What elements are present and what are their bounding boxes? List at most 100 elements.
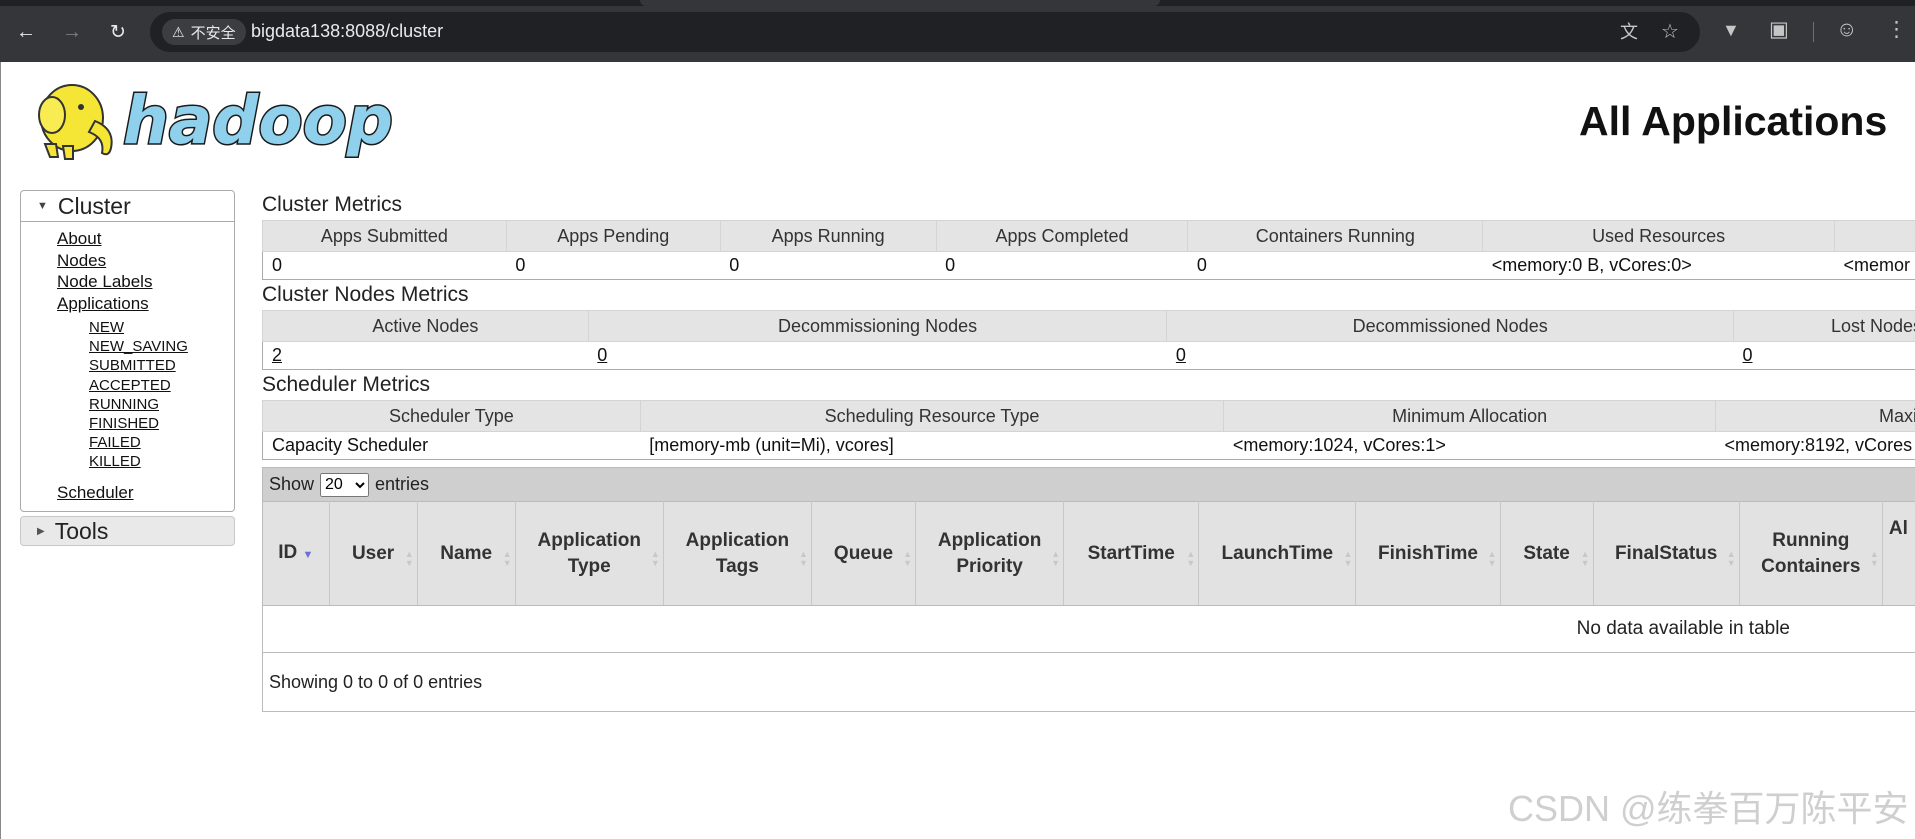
column-header: Decommissioned Nodes [1166, 310, 1734, 342]
tools-menu-header[interactable]: ▶ Tools [20, 516, 235, 547]
column-header-label: Name [440, 542, 493, 564]
nav-link-state-new-saving[interactable]: NEW_SAVING [89, 337, 234, 356]
column-header-id[interactable]: ID ▼ [263, 501, 330, 606]
table-info: Showing 0 to 0 of 0 entries [269, 671, 483, 692]
nav-link-about[interactable]: About [57, 228, 234, 250]
extension-v-icon[interactable]: ▼ [1722, 18, 1740, 42]
maximum-allocation-value: <memory:8192, vCores [1715, 431, 1915, 460]
expand-triangle-icon: ▶ [37, 525, 45, 537]
page-size-select[interactable]: 10 20 50 100 [320, 472, 370, 497]
column-header-label: Application Type [537, 529, 641, 577]
scheduler-metrics-table: Scheduler Type Scheduling Resource Type … [262, 400, 1915, 460]
column-header-finish-time[interactable]: FinishTime ▲ ▼ [1355, 501, 1501, 606]
left-navigation: ▼ Cluster About Nodes Node Labels Applic… [20, 190, 235, 547]
column-header-application-priority[interactable]: Application Priority ▲ ▼ [915, 501, 1065, 606]
column-header-launch-time[interactable]: LaunchTime ▲ ▼ [1198, 501, 1357, 606]
column-header-label: StartTime [1087, 542, 1175, 564]
reload-icon[interactable]: ↻ [105, 19, 131, 45]
translate-icon[interactable]: 文 [1620, 21, 1638, 43]
metric-apps-completed: 0 [936, 251, 1188, 280]
menu-icon[interactable]: ⋮ [1886, 18, 1907, 42]
column-header-label: Application Priority [937, 529, 1042, 577]
page-title: All Applications [1579, 98, 1888, 144]
security-label: 不安全 [190, 24, 236, 42]
column-header: Apps Completed [935, 220, 1189, 252]
scheduling-resource-type-value: [memory-mb (unit=Mi), vcores] [640, 431, 1224, 460]
empty-table-message: No data available in table [263, 606, 1915, 653]
cluster-menu-header[interactable]: ▼ Cluster [21, 191, 234, 222]
node-metrics-table: Active Nodes Decommissioning Nodes Decom… [262, 310, 1915, 370]
nav-link-state-finished[interactable]: FINISHED [89, 414, 234, 433]
nav-link-state-submitted[interactable]: SUBMITTED [89, 356, 234, 375]
profile-icon[interactable]: ☺ [1836, 18, 1857, 42]
url-text[interactable]: bigdata138:8088/cluster [251, 21, 443, 42]
column-header-allocated[interactable]: Al [1882, 501, 1915, 606]
column-header: Minimum Allocation [1223, 400, 1716, 432]
column-header-start-time[interactable]: StartTime ▲ ▼ [1063, 501, 1200, 606]
nav-link-state-running[interactable]: RUNNING [89, 395, 234, 414]
svg-text:hadoop: hadoop [123, 82, 393, 159]
column-header-label: FinishTime [1377, 542, 1478, 564]
hadoop-logo[interactable]: hadoop [23, 74, 397, 164]
lost-nodes-link[interactable]: 0 [1742, 345, 1752, 365]
decommissioning-nodes-link[interactable]: 0 [597, 345, 607, 365]
nav-link-node-labels[interactable]: Node Labels [57, 271, 234, 293]
nav-link-nodes[interactable]: Nodes [57, 250, 234, 272]
column-header-running-containers[interactable]: Running Containers ▲ ▼ [1739, 501, 1883, 606]
metric-containers-running: 0 [1187, 251, 1483, 280]
nav-link-state-killed[interactable]: KILLED [89, 452, 234, 471]
warning-icon: ⚠ [172, 23, 185, 40]
metric-total-resources: <memor [1834, 251, 1915, 280]
active-nodes-link[interactable]: 2 [272, 345, 282, 365]
tools-menu-label: Tools [54, 517, 109, 544]
active-tab[interactable] [640, 0, 1160, 6]
page-viewport: hadoop All Applications ▼ Cluster About … [0, 62, 1915, 839]
column-header-label: FinalStatus [1614, 542, 1718, 564]
node-metrics-title: Cluster Nodes Metrics [262, 283, 469, 306]
watermark: CSDN @练拳百万陈平安 [1508, 788, 1909, 829]
column-header: Active Nodes [262, 310, 589, 342]
sort-icon: ▲ ▼ [1487, 549, 1497, 568]
entries-label: entries [375, 474, 430, 494]
collapse-triangle-icon: ▼ [37, 200, 48, 212]
extensions-puzzle-icon[interactable]: ▣ [1769, 18, 1789, 42]
security-chip[interactable]: ⚠ 不安全 [162, 19, 246, 45]
address-bar[interactable]: ⚠ 不安全 bigdata138:8088/cluster 文 ☆ [150, 12, 1700, 52]
nav-link-applications[interactable]: Applications [57, 293, 234, 315]
column-header-label: LaunchTime [1221, 542, 1334, 564]
column-header: Containers Running [1187, 220, 1484, 252]
column-header-queue[interactable]: Queue ▲ ▼ [811, 501, 917, 606]
column-header-label: State [1523, 542, 1570, 564]
column-header-final-status[interactable]: FinalStatus ▲ ▼ [1593, 501, 1740, 606]
forward-icon[interactable]: → [59, 19, 85, 45]
sort-icon: ▲ ▼ [1051, 549, 1061, 568]
metric-apps-submitted: 0 [262, 251, 507, 280]
column-header-label: User [351, 542, 395, 564]
column-header: Maxi [1715, 400, 1915, 432]
column-header: Apps Pending [505, 220, 721, 252]
nav-link-state-failed[interactable]: FAILED [89, 433, 234, 452]
sort-icon: ▲ ▼ [799, 549, 808, 568]
column-header-application-tags[interactable]: Application Tags ▲ ▼ [663, 501, 812, 606]
cluster-metrics-title: Cluster Metrics [262, 193, 403, 216]
nav-link-state-accepted[interactable]: ACCEPTED [89, 376, 234, 395]
column-header: Scheduler Type [262, 400, 641, 432]
column-header-label: Application Tags [685, 529, 790, 577]
minimum-allocation-value: <memory:1024, vCores:1> [1223, 431, 1716, 460]
column-header-state[interactable]: State ▲ ▼ [1500, 501, 1594, 606]
column-header: Lost Nodes [1732, 310, 1915, 342]
column-header-application-type[interactable]: Application Type ▲ ▼ [515, 501, 664, 606]
back-icon[interactable]: ← [13, 19, 39, 45]
sort-icon: ▲ ▼ [1726, 549, 1736, 568]
nav-link-state-new[interactable]: NEW [89, 318, 234, 337]
scheduler-metrics-title: Scheduler Metrics [262, 373, 431, 396]
bookmark-star-icon[interactable]: ☆ [1661, 21, 1679, 43]
sort-icon: ▲ ▼ [1343, 549, 1353, 568]
column-header-name[interactable]: Name ▲ ▼ [417, 501, 516, 606]
decommissioned-nodes-link[interactable]: 0 [1176, 345, 1186, 365]
browser-toolbar: ← → ↻ ⚠ 不安全 bigdata138:8088/cluster 文 ☆ … [0, 0, 1915, 62]
column-header-user[interactable]: User ▲ ▼ [329, 501, 418, 606]
nav-link-scheduler[interactable]: Scheduler [57, 482, 234, 504]
column-header-label: Al [1888, 518, 1908, 539]
scheduler-type-value: Capacity Scheduler [262, 431, 641, 460]
